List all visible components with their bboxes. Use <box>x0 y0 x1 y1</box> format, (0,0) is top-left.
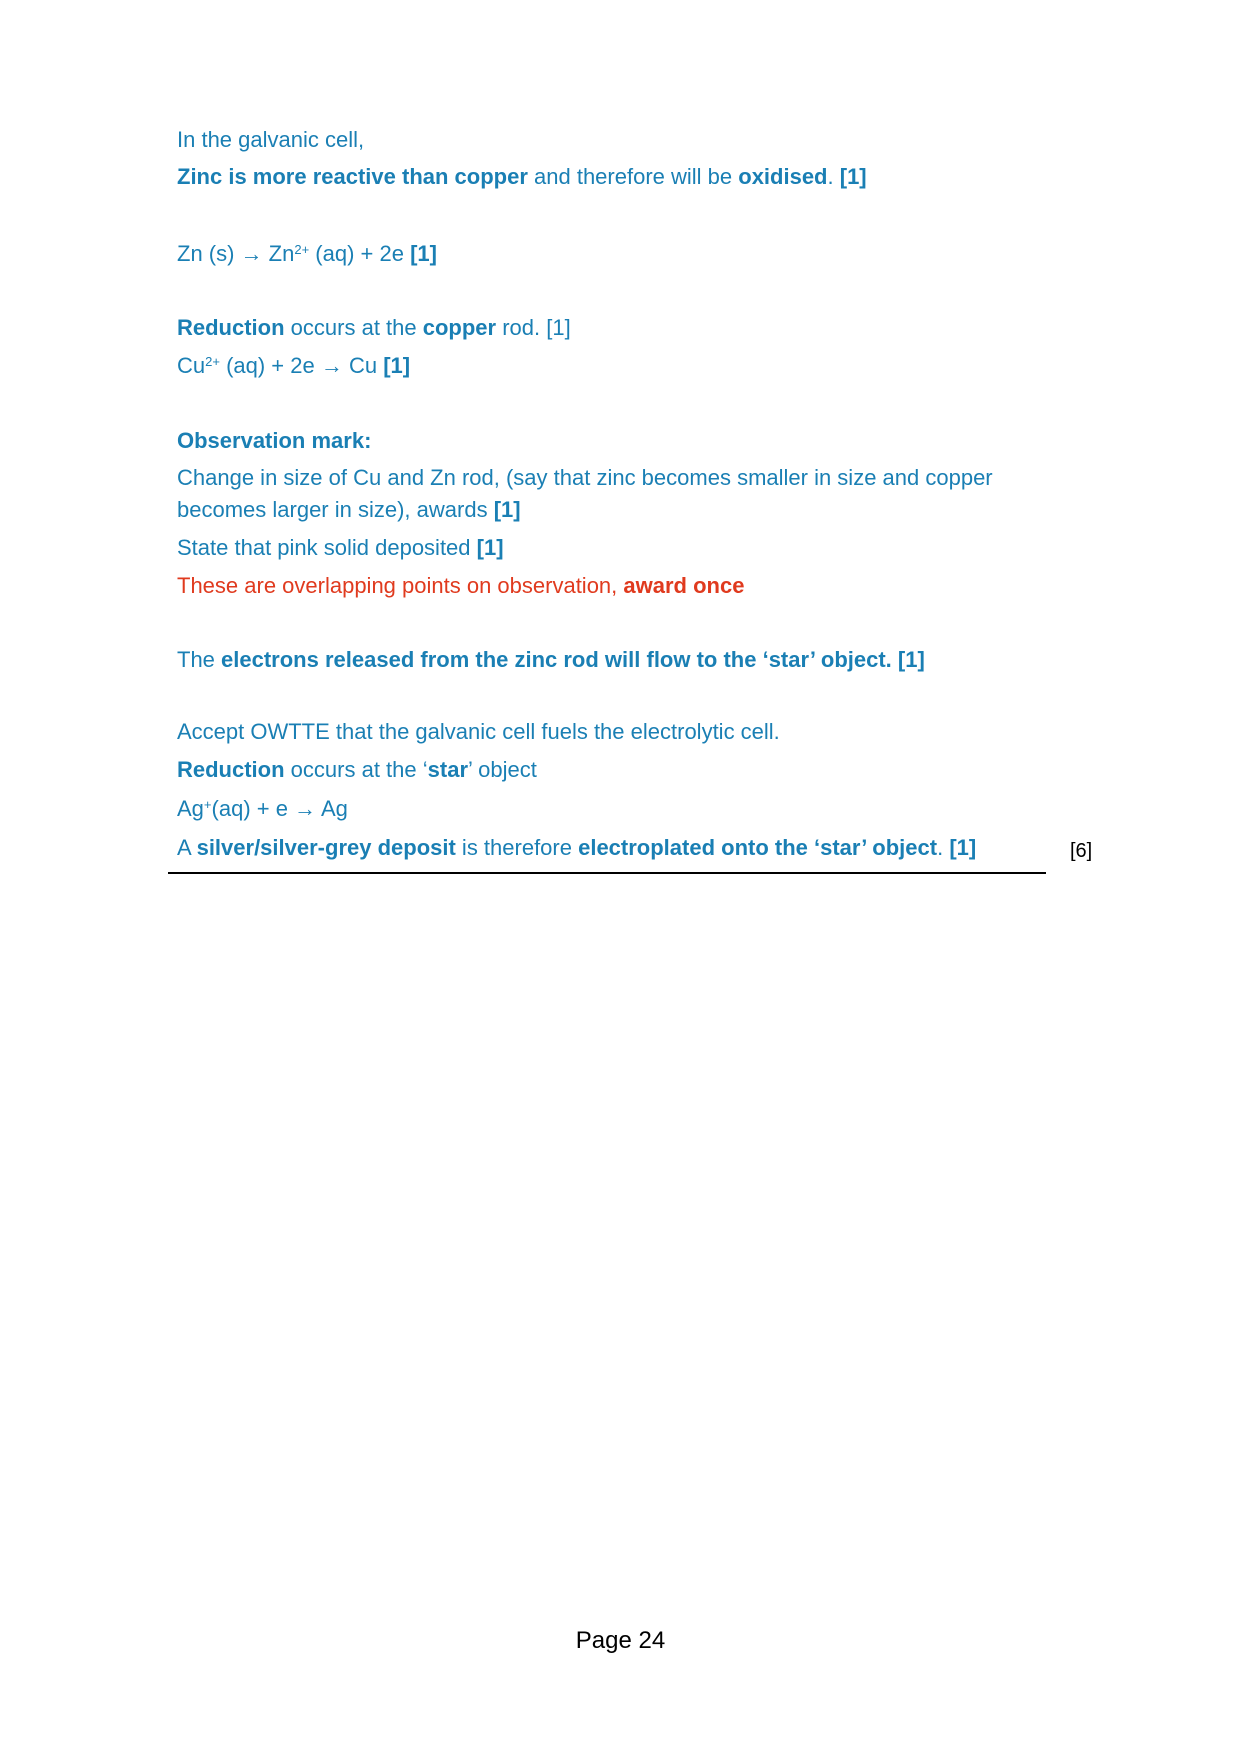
mark: [1] <box>839 164 867 189</box>
page: In the galvanic cell, Zinc is more react… <box>0 0 1241 1756</box>
equation-text: (aq) + 2e → Cu <box>219 353 384 378</box>
copper-text: copper <box>422 315 497 340</box>
observation-text: becomes larger in size), awards <box>177 497 494 522</box>
electroplate-line: A silver/silver-grey deposit is therefor… <box>177 832 976 864</box>
equation-text: Zn (s) → Zn <box>177 241 295 266</box>
answer-rule <box>168 872 1046 874</box>
text-fragment: A <box>177 835 197 860</box>
mark: [1] <box>476 535 504 560</box>
text-fragment: occurs at the <box>284 315 423 340</box>
text-fragment: The <box>177 647 222 672</box>
equation-text: Cu <box>177 353 206 378</box>
overlap-note: These are overlapping points on observat… <box>177 570 744 602</box>
deposit-text: silver/silver-grey deposit <box>196 835 456 860</box>
intro-text: In the galvanic cell, <box>177 127 365 152</box>
pink-solid-text: State that pink solid deposited <box>177 535 477 560</box>
page-number: Page 24 <box>575 1627 666 1654</box>
text-fragment: occurs at the ‘ <box>284 757 428 782</box>
pink-solid-line: State that pink solid deposited [1] <box>177 532 504 564</box>
reduction-text: Reduction <box>177 315 285 340</box>
observation-heading: Observation mark: <box>177 425 371 457</box>
text-fragment: rod. [1] <box>496 315 571 340</box>
reduction-copper-line: Reduction occurs at the copper rod. [1] <box>177 312 571 344</box>
reduction-text: Reduction <box>177 757 285 782</box>
charge-superscript: 2+ <box>205 354 220 369</box>
accept-owtte-line: Accept OWTTE that the galvanic cell fuel… <box>177 716 780 748</box>
charge-superscript: 2+ <box>294 242 310 257</box>
galvanic-intro: In the galvanic cell, <box>177 124 364 156</box>
observation-line-1: Change in size of Cu and Zn rod, (say th… <box>177 462 993 494</box>
text-fragment: is therefore <box>455 835 579 860</box>
total-marks: [6] <box>1070 840 1093 862</box>
zinc-reactive-text: Zinc is more reactive than copper <box>177 164 528 189</box>
reduction-star-line: Reduction occurs at the ‘star’ object <box>177 754 537 786</box>
note-text: These are overlapping points on observat… <box>177 573 624 598</box>
mark: [1] <box>410 241 437 266</box>
text-fragment: . <box>827 164 834 189</box>
zinc-oxidised-line: Zinc is more reactive than copper and th… <box>177 161 867 193</box>
text-fragment: ’ object <box>468 757 537 782</box>
oxidised-text: oxidised <box>738 164 828 189</box>
equation-text: Ag <box>177 796 204 821</box>
equation-text: (aq) + 2e <box>309 241 411 266</box>
copper-equation: Cu2+ (aq) + 2e → Cu [1] <box>177 350 410 382</box>
observation-text: Change in size of Cu and Zn rod, (say th… <box>177 465 993 490</box>
text-fragment: and therefore will be <box>527 164 739 189</box>
award-once-text: award once <box>623 573 745 598</box>
mark: [1] <box>493 497 521 522</box>
observation-line-2: becomes larger in size), awards [1] <box>177 494 521 526</box>
mark: [1] <box>383 353 411 378</box>
electrons-text: electrons released from the zinc rod wil… <box>221 647 925 672</box>
star-text: star <box>427 757 468 782</box>
zinc-equation: Zn (s) → Zn2+ (aq) + 2e [1] <box>177 238 437 270</box>
electroplated-text: electroplated onto the ‘star’ object <box>578 835 938 860</box>
accept-text: Accept OWTTE that the galvanic cell fuel… <box>177 719 780 744</box>
electrons-line: The electrons released from the zinc rod… <box>177 644 925 676</box>
text-fragment: . <box>937 835 950 860</box>
observation-heading-text: Observation mark: <box>177 428 372 453</box>
mark: [1] <box>949 835 977 860</box>
charge-superscript: + <box>203 797 212 812</box>
silver-equation: Ag+(aq) + e → Ag <box>177 793 348 825</box>
equation-text: (aq) + e → Ag <box>211 796 348 821</box>
